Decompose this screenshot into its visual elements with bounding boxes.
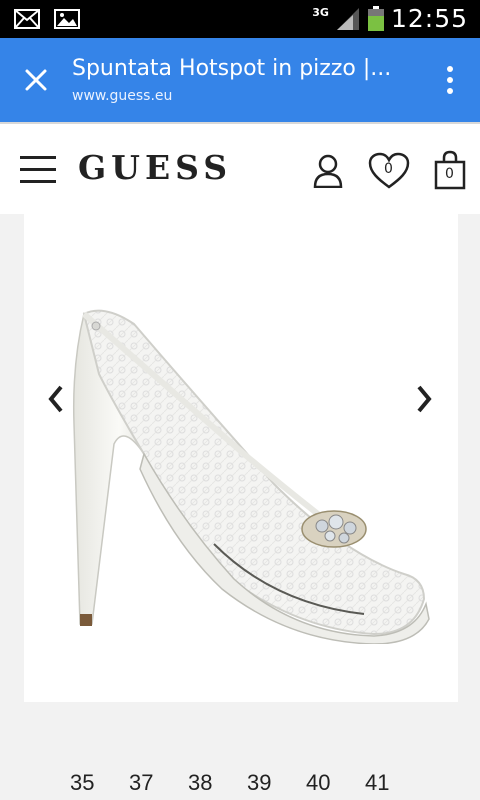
- size-option[interactable]: 38: [188, 770, 212, 796]
- account-icon[interactable]: [312, 154, 344, 188]
- image-icon: [54, 9, 80, 29]
- wishlist-button[interactable]: 0: [368, 152, 410, 190]
- cart-count: 0: [445, 166, 454, 182]
- size-option[interactable]: 40: [306, 770, 330, 796]
- clock: 12:55: [390, 4, 468, 33]
- network-type: 3G: [312, 6, 329, 19]
- size-option[interactable]: 35: [70, 770, 94, 796]
- menu-icon[interactable]: [20, 156, 56, 184]
- product-gallery[interactable]: [24, 214, 458, 702]
- brand-logo[interactable]: GUESS: [78, 148, 232, 187]
- size-option[interactable]: 41: [365, 770, 389, 796]
- page-title: Spuntata Hotspot in pizzo |...: [72, 56, 392, 81]
- site-header: GUESS 0 0: [0, 122, 480, 214]
- signal-icon: [336, 7, 359, 30]
- battery-icon: [367, 5, 384, 31]
- page-url: www.guess.eu: [72, 88, 173, 104]
- size-option[interactable]: 37: [129, 770, 153, 796]
- product-image: [72, 309, 430, 644]
- overflow-menu-icon[interactable]: [446, 65, 454, 95]
- size-selector: 35 37 38 39 40 41: [0, 770, 480, 800]
- wishlist-count: 0: [384, 161, 393, 177]
- status-bar: 3G 12:55: [0, 0, 480, 38]
- cart-button[interactable]: 0: [434, 150, 466, 190]
- mail-icon: [14, 9, 40, 29]
- browser-toolbar: Spuntata Hotspot in pizzo |... www.guess…: [0, 38, 480, 122]
- size-option[interactable]: 39: [247, 770, 271, 796]
- close-icon[interactable]: [22, 66, 50, 94]
- brooch-ornament: [301, 510, 367, 548]
